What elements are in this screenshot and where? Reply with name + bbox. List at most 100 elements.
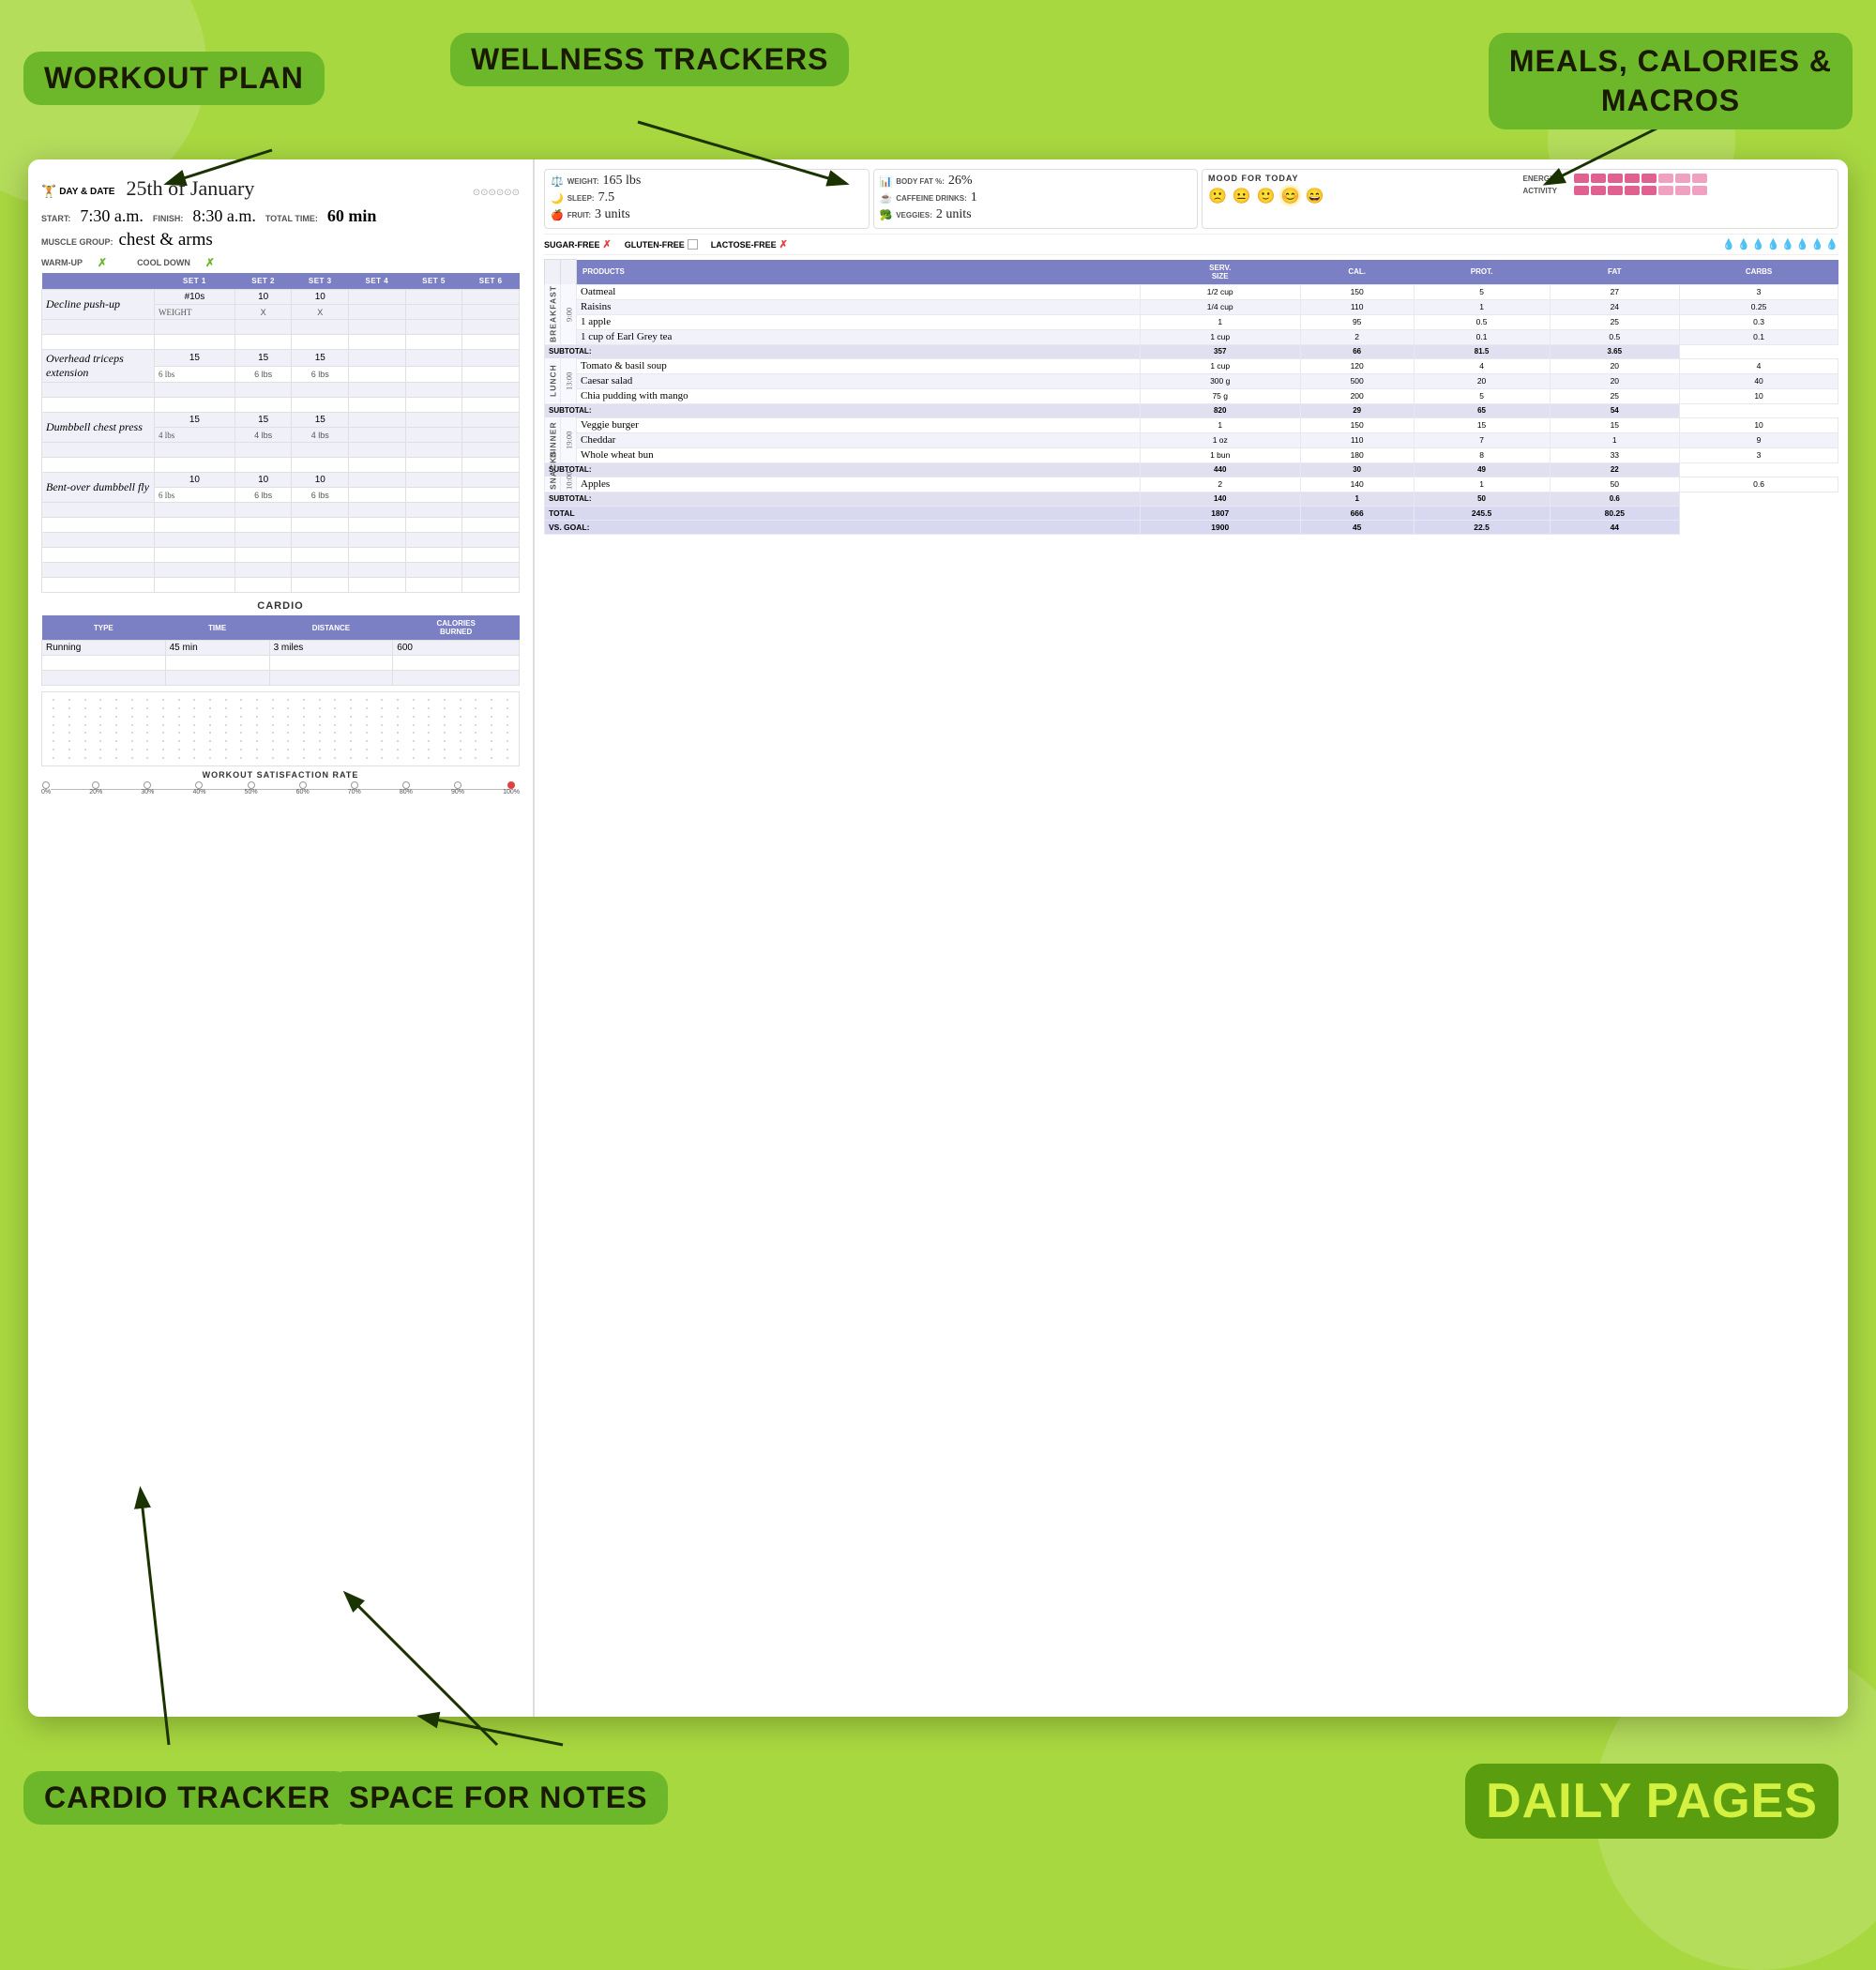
fruit-row: 🍎 FRUIT: 3 units — [551, 207, 863, 222]
note-dot — [334, 732, 336, 734]
space-for-notes-label: SPACE FOR NOTES — [328, 1771, 668, 1825]
set2-header: SET 2 — [234, 273, 292, 290]
wellness-top-row: ⚖️ WEIGHT: 165 lbs 🌙 SLEEP: 7.5 🍎 FRUIT:… — [544, 169, 1838, 229]
note-dot — [381, 757, 383, 759]
weight-3-1: 6 lbs — [234, 488, 292, 503]
note-dot — [491, 757, 492, 759]
cardio-distance: 3 miles — [269, 641, 393, 656]
energy-block-4 — [1625, 174, 1640, 183]
note-dot — [444, 757, 446, 759]
food-val-0-2-5: 0.3 — [1680, 314, 1838, 329]
food-val-3-0-5: 0.6 — [1680, 477, 1838, 492]
set-2-3 — [349, 413, 406, 428]
note-dot — [240, 757, 242, 759]
vs-goal-row: VS. GOAL:19004522.544 — [545, 520, 1838, 534]
note-dot — [507, 740, 508, 742]
empty-row — [42, 320, 520, 335]
note-dot — [68, 732, 70, 734]
extra-empty-row — [42, 563, 520, 578]
note-dot — [507, 724, 508, 726]
note-dot — [256, 724, 258, 726]
exercise-name-2: Dumbbell chest press — [42, 413, 155, 443]
drop-5: 💧 — [1781, 238, 1794, 250]
energy-label: ENERGY — [1523, 174, 1570, 183]
drop-2: 💧 — [1737, 238, 1750, 250]
warmup-row: WARM-UP ✗ COOL DOWN ✗ — [41, 256, 520, 269]
note-dot — [99, 740, 101, 742]
note-dot — [334, 699, 336, 701]
note-dot — [209, 716, 211, 718]
activity-block-8 — [1692, 186, 1707, 195]
note-dot — [303, 716, 305, 718]
energy-blocks — [1574, 174, 1707, 183]
note-dot — [115, 732, 117, 734]
food-val-0-3-2: 2 — [1300, 329, 1414, 344]
goal-val-0: 1900 — [1140, 520, 1300, 534]
note-dot — [99, 749, 101, 750]
note-dot — [491, 749, 492, 750]
extra-empty-row — [42, 548, 520, 563]
note-dot — [428, 724, 430, 726]
food-val-1-0-1: 1 cup — [1140, 358, 1300, 373]
mood-face-3[interactable]: 🙂 — [1257, 187, 1276, 205]
note-dot — [53, 732, 54, 734]
food-name-2-1: Cheddar — [577, 432, 1141, 447]
food-val-1-2-5: 10 — [1680, 388, 1838, 403]
tick-40: 40% — [192, 781, 205, 796]
mood-face-4[interactable]: 😊 — [1281, 187, 1300, 205]
meal-time-3: 10:00 — [561, 477, 577, 492]
exercise-name-3: Bent-over dumbbell fly — [42, 473, 155, 503]
set-3-2: 10 — [292, 473, 349, 488]
weight-row: ⚖️ WEIGHT: 165 lbs — [551, 174, 863, 189]
finish-label: FINISH: — [153, 214, 184, 223]
note-dot — [272, 740, 274, 742]
mood-face-2[interactable]: 😐 — [1233, 187, 1251, 205]
note-dot — [178, 757, 180, 759]
note-dot — [53, 724, 54, 726]
drop-1: 💧 — [1722, 238, 1735, 250]
food-val-3-0-1: 2 — [1140, 477, 1300, 492]
note-dot — [334, 707, 336, 709]
note-dot — [366, 707, 368, 709]
meal-label-0: BREAKFAST — [545, 284, 561, 344]
note-dot — [53, 699, 54, 701]
notes-dots — [42, 692, 519, 765]
food-val-1-2-2: 200 — [1300, 388, 1414, 403]
note-dot — [303, 740, 305, 742]
daily-pages-label: DAILY PAGES — [1465, 1764, 1838, 1839]
mood-face-1[interactable]: 🙁 — [1208, 187, 1227, 205]
note-dot — [115, 740, 117, 742]
food-val-0-3-1: 1 cup — [1140, 329, 1300, 344]
note-dot — [444, 724, 446, 726]
gluten-free-item: GLUTEN-FREE — [625, 239, 698, 250]
food-row-0-3: 1 cup of Earl Grey tea1 cup20.10.50.1 — [545, 329, 1838, 344]
tick-0: 0% — [41, 781, 51, 796]
cool-down-label: COOL DOWN — [137, 258, 190, 267]
exercise-row-3: Bent-over dumbbell fly101010 — [42, 473, 520, 488]
note-dot — [381, 749, 383, 750]
note-dot — [68, 724, 70, 726]
gluten-free-label: GLUTEN-FREE — [625, 240, 685, 250]
food-val-0-3-4: 0.5 — [1550, 329, 1680, 344]
note-dot — [507, 757, 508, 759]
extra-empty-row — [42, 578, 520, 593]
mood-face-5[interactable]: 😄 — [1306, 187, 1324, 205]
subtotal-val-3-0: 140 — [1140, 492, 1300, 506]
food-val-1-1-1: 300 g — [1140, 373, 1300, 388]
note-dot — [131, 749, 133, 750]
note-dot — [68, 716, 70, 718]
energy-block-5 — [1642, 174, 1657, 183]
note-dot — [225, 724, 227, 726]
weight-value: 165 lbs — [602, 174, 641, 189]
water-drops: 💧 💧 💧 💧 💧 💧 💧 💧 — [1722, 238, 1838, 250]
weight-0-5 — [462, 305, 520, 320]
empty-row — [42, 458, 520, 473]
food-val-1-2-4: 25 — [1550, 388, 1680, 403]
note-dot — [381, 707, 383, 709]
wellness-box-2: 📊 BODY FAT %: 26% ☕ CAFFEINE DRINKS: 1 🥦… — [873, 169, 1199, 229]
note-dot — [162, 740, 164, 742]
note-dot — [460, 749, 461, 750]
set4-header: SET 4 — [349, 273, 406, 290]
note-dot — [68, 699, 70, 701]
food-val-2-0-1: 1 — [1140, 417, 1300, 432]
